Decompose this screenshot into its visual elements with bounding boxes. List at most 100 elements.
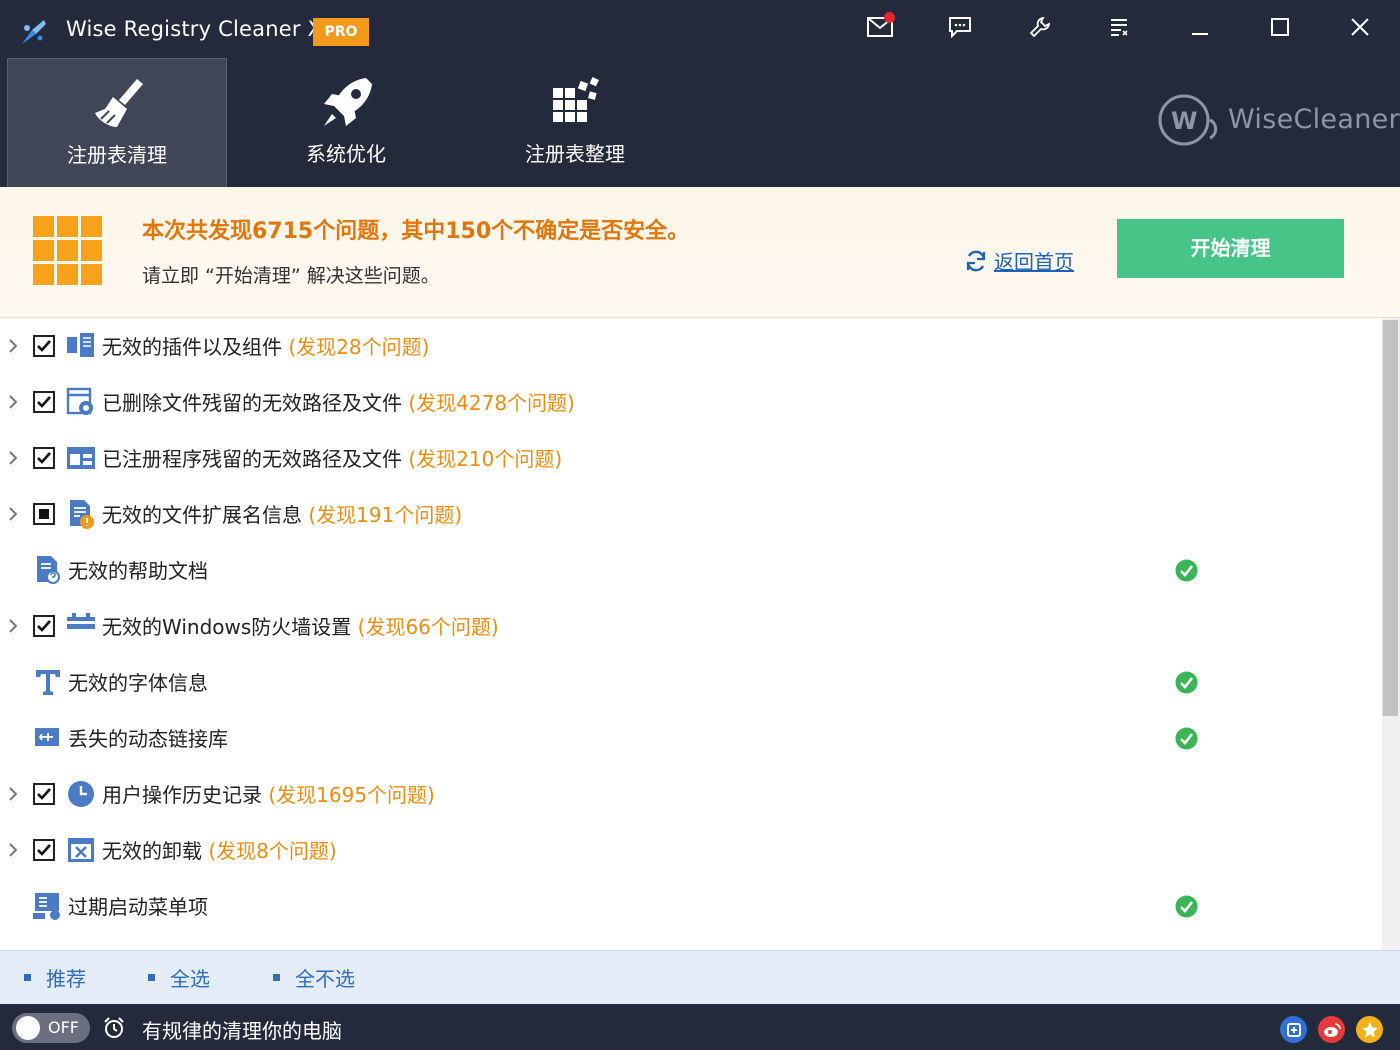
ok-check-icon	[1175, 559, 1198, 582]
back-home-link[interactable]: 返回首页	[964, 246, 1074, 275]
item-checkbox-partial[interactable]	[33, 503, 55, 525]
menu-icon	[1111, 19, 1128, 36]
tab-registry-clean[interactable]: 注册表清理	[7, 58, 227, 187]
tab-label: 系统优化	[306, 142, 386, 166]
tab-label: 注册表整理	[525, 142, 625, 166]
checkmark-icon	[37, 788, 51, 800]
menu-button[interactable]	[1102, 10, 1138, 44]
checkmark-icon	[37, 452, 51, 464]
item-title: 过期启动菜单项	[68, 895, 208, 919]
scan-summary: 本次共发现6715个问题，其中150个不确定是否安全。	[142, 219, 690, 244]
file-extension-icon	[70, 500, 94, 529]
item-title: 用户操作历史记录	[102, 783, 262, 807]
status-bar: OFF 有规律的清理你的电脑	[0, 1004, 1400, 1050]
list-item[interactable]: 无效的Windows防火墙设置 (发现66个问题)	[0, 598, 1382, 654]
deleted-file-icon	[66, 387, 93, 415]
list-item[interactable]: 已注册程序残留的无效路径及文件 (发现210个问题)	[0, 430, 1382, 486]
help-doc-icon	[37, 556, 60, 584]
weibo-glyph	[1323, 1022, 1341, 1037]
defrag-blocks-icon	[553, 77, 599, 122]
chevron-right-icon[interactable]	[6, 393, 20, 411]
item-title: 无效的文件扩展名信息	[102, 503, 302, 527]
item-checkbox[interactable]	[33, 391, 55, 413]
close-button[interactable]	[1342, 10, 1378, 44]
maximize-button[interactable]	[1262, 10, 1298, 44]
item-label: 丢失的动态链接库	[68, 723, 228, 752]
tab-registry-defrag[interactable]: 注册表整理	[465, 58, 685, 187]
weibo-icon[interactable]	[1318, 1016, 1345, 1043]
checkmark-icon	[37, 340, 51, 352]
select-all-link[interactable]: 全选	[148, 963, 210, 992]
item-label: 无效的Windows防火墙设置 (发现66个问题)	[102, 611, 499, 640]
chevron-right-icon[interactable]	[6, 505, 20, 523]
start-clean-button[interactable]: 开始清理	[1117, 219, 1344, 278]
ok-check-icon	[1175, 727, 1198, 750]
list-item[interactable]: 无效的文件扩展名信息 (发现191个问题)	[0, 486, 1382, 542]
minimize-button[interactable]	[1182, 10, 1218, 44]
tieba-icon[interactable]	[1280, 1016, 1307, 1043]
chevron-right-icon[interactable]	[6, 841, 20, 859]
font-icon	[36, 670, 60, 695]
feedback-button[interactable]	[942, 10, 978, 44]
item-label: 已注册程序残留的无效路径及文件 (发现210个问题)	[102, 443, 562, 472]
item-checkbox[interactable]	[33, 615, 55, 637]
select-none-link[interactable]: 全不选	[273, 963, 355, 992]
list-item[interactable]: 丢失的动态链接库	[0, 710, 1382, 766]
tab-label: 注册表清理	[67, 143, 167, 167]
item-issue-count: (发现210个问题)	[408, 447, 563, 471]
title-bar: Wise Registry Cleaner X PRO 注册表清理 系统优化 注…	[0, 0, 1400, 187]
registry-grid-icon	[33, 216, 102, 285]
item-title: 无效的卸载	[102, 839, 202, 863]
tools-button[interactable]	[1022, 10, 1058, 44]
list-item[interactable]: 无效的卸载 (发现8个问题)	[0, 822, 1382, 878]
history-clock-icon	[68, 781, 94, 807]
checkmark-icon	[37, 620, 51, 632]
item-title: 无效的帮助文档	[68, 559, 208, 583]
list-item[interactable]: 无效的帮助文档	[0, 542, 1382, 598]
wrench-icon	[1029, 16, 1051, 38]
item-label: 无效的文件扩展名信息 (发现191个问题)	[102, 499, 462, 528]
item-label: 无效的卸载 (发现8个问题)	[102, 835, 337, 864]
checkmark-icon	[37, 396, 51, 408]
app-logo-icon	[22, 20, 46, 44]
list-item[interactable]: 用户操作历史记录 (发现1695个问题)	[0, 766, 1382, 822]
back-home-label: 返回首页	[994, 250, 1074, 274]
message-button[interactable]	[862, 10, 898, 44]
pro-badge: PRO	[313, 18, 369, 46]
item-label: 用户操作历史记录 (发现1695个问题)	[102, 779, 435, 808]
scrollbar-thumb[interactable]	[1382, 320, 1398, 716]
checkmark-icon	[37, 844, 51, 856]
broom-icon	[95, 79, 143, 127]
item-checkbox[interactable]	[33, 839, 55, 861]
star-glyph	[1361, 1021, 1378, 1037]
list-item[interactable]: 无效的插件以及组件 (发现28个问题)	[0, 318, 1382, 374]
tab-system-tuneup[interactable]: 系统优化	[236, 58, 456, 187]
firewall-icon	[67, 613, 95, 629]
list-item[interactable]: 已删除文件残留的无效路径及文件 (发现4278个问题)	[0, 374, 1382, 430]
tieba-glyph	[1286, 1022, 1301, 1037]
chat-icon	[949, 17, 971, 38]
item-title: 无效的插件以及组件	[102, 335, 282, 359]
ok-check-icon	[1175, 895, 1198, 918]
item-checkbox[interactable]	[33, 335, 55, 357]
maximize-icon	[1271, 18, 1289, 36]
list-item[interactable]: 无效的字体信息	[0, 654, 1382, 710]
chevron-right-icon[interactable]	[6, 337, 20, 355]
uninstall-icon	[68, 838, 94, 862]
dll-icon	[35, 728, 59, 746]
favorite-star-icon[interactable]	[1356, 1016, 1383, 1043]
wisecleaner-logo-icon: W	[1158, 94, 1218, 146]
item-checkbox[interactable]	[33, 783, 55, 805]
list-item[interactable]: 过期启动菜单项	[0, 878, 1382, 934]
brand-name: WiseCleaner	[1228, 104, 1400, 135]
item-title: 已删除文件残留的无效路径及文件	[102, 391, 402, 415]
item-label: 无效的插件以及组件 (发现28个问题)	[102, 331, 429, 360]
chevron-right-icon[interactable]	[6, 449, 20, 467]
recommend-link[interactable]: 推荐	[24, 963, 86, 992]
item-title: 丢失的动态链接库	[68, 727, 228, 751]
chevron-right-icon[interactable]	[6, 617, 20, 635]
chevron-right-icon[interactable]	[6, 785, 20, 803]
schedule-toggle[interactable]: OFF	[12, 1013, 90, 1043]
item-title: 无效的Windows防火墙设置	[102, 615, 352, 639]
item-checkbox[interactable]	[33, 447, 55, 469]
